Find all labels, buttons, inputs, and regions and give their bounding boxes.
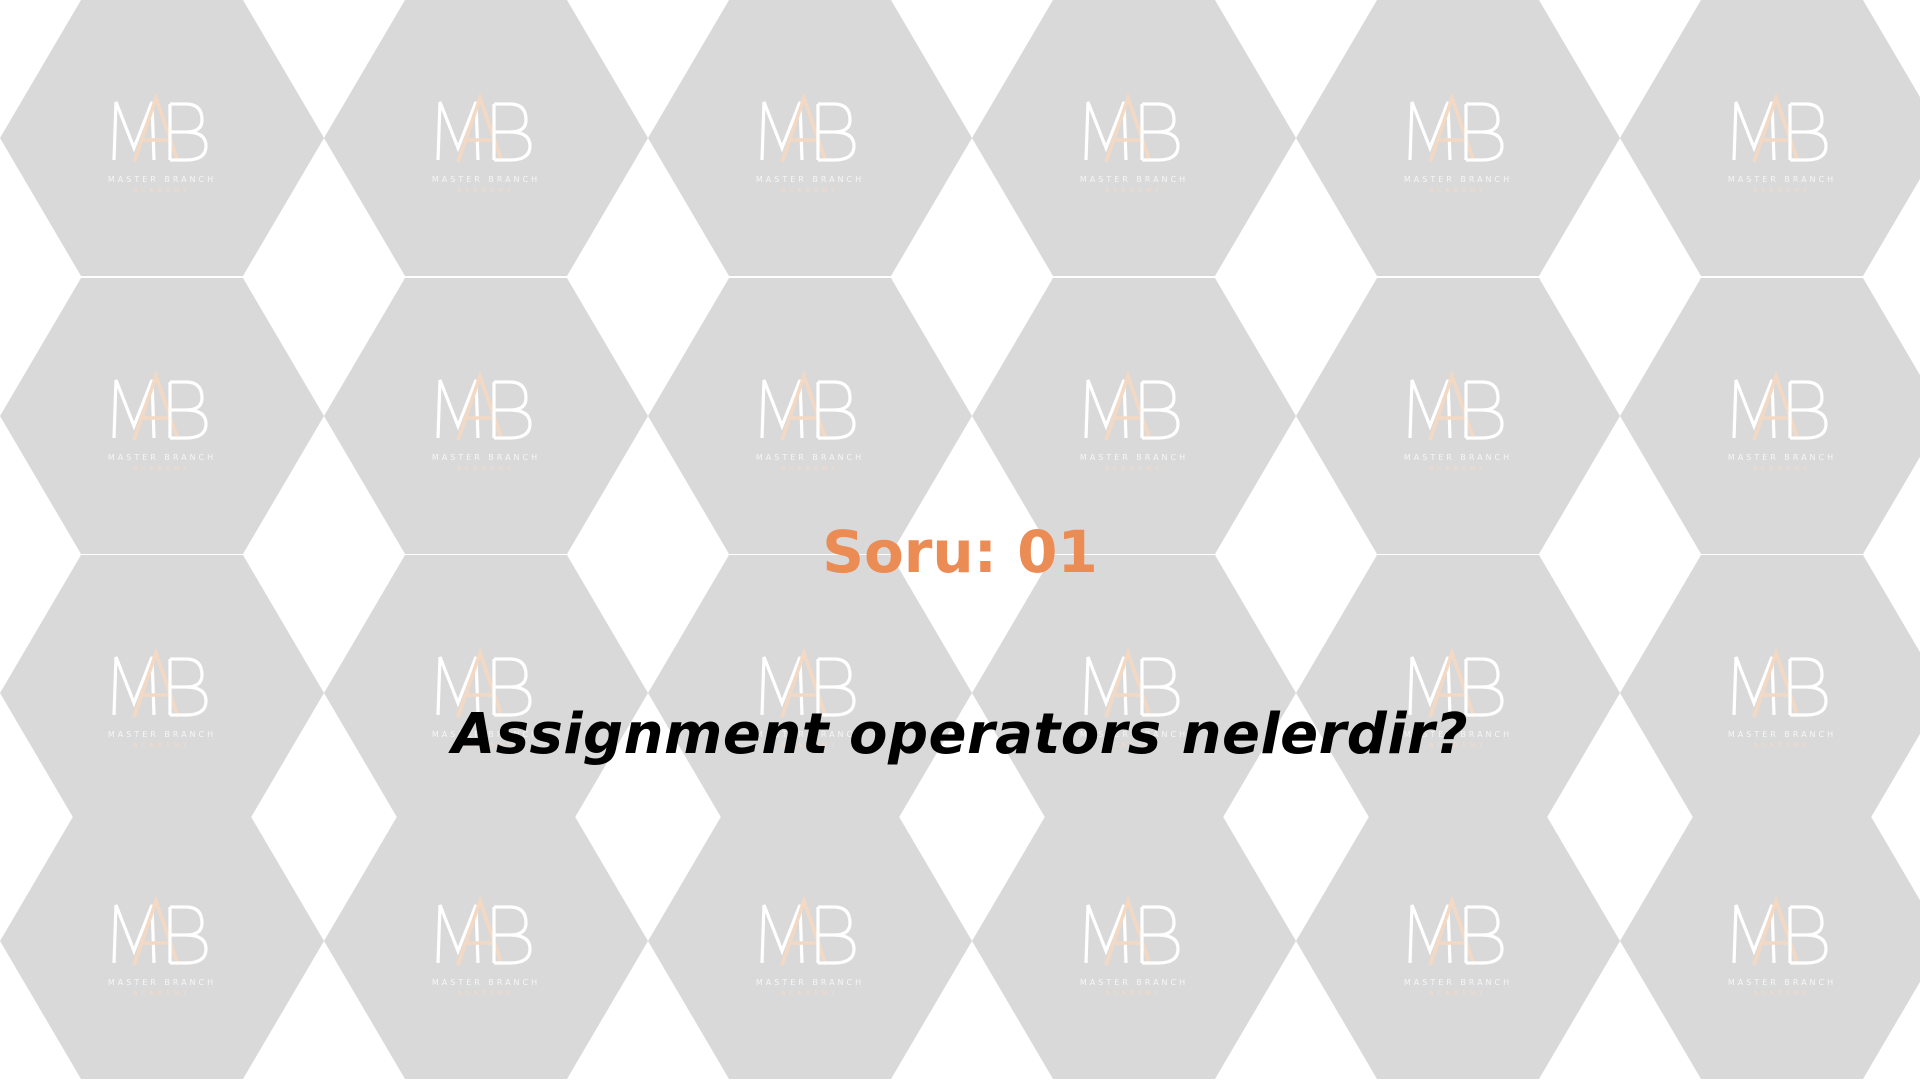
slide: MASTER BRANCH ACADEMY Soru: 01 Assignmen…: [0, 0, 1920, 1080]
hexagon-tile: [648, 803, 972, 1079]
hexagon-tile: [1296, 0, 1620, 276]
hexagon-tile: [1296, 803, 1620, 1079]
hexagon-tile: [972, 803, 1296, 1079]
hexagon-tile: [972, 0, 1296, 276]
hexagon-tile: [324, 0, 648, 276]
hexagon-tile: [0, 0, 324, 276]
question-number: Soru: 01: [822, 518, 1098, 586]
hexagon-tile: [648, 0, 972, 276]
hexagon-tile: [0, 803, 324, 1079]
hexagon-tile: [324, 803, 648, 1079]
question-text: Assignment operators nelerdir?: [451, 702, 1469, 767]
hexagon-tile: [1620, 0, 1920, 276]
hexagon-tile: [1620, 803, 1920, 1079]
